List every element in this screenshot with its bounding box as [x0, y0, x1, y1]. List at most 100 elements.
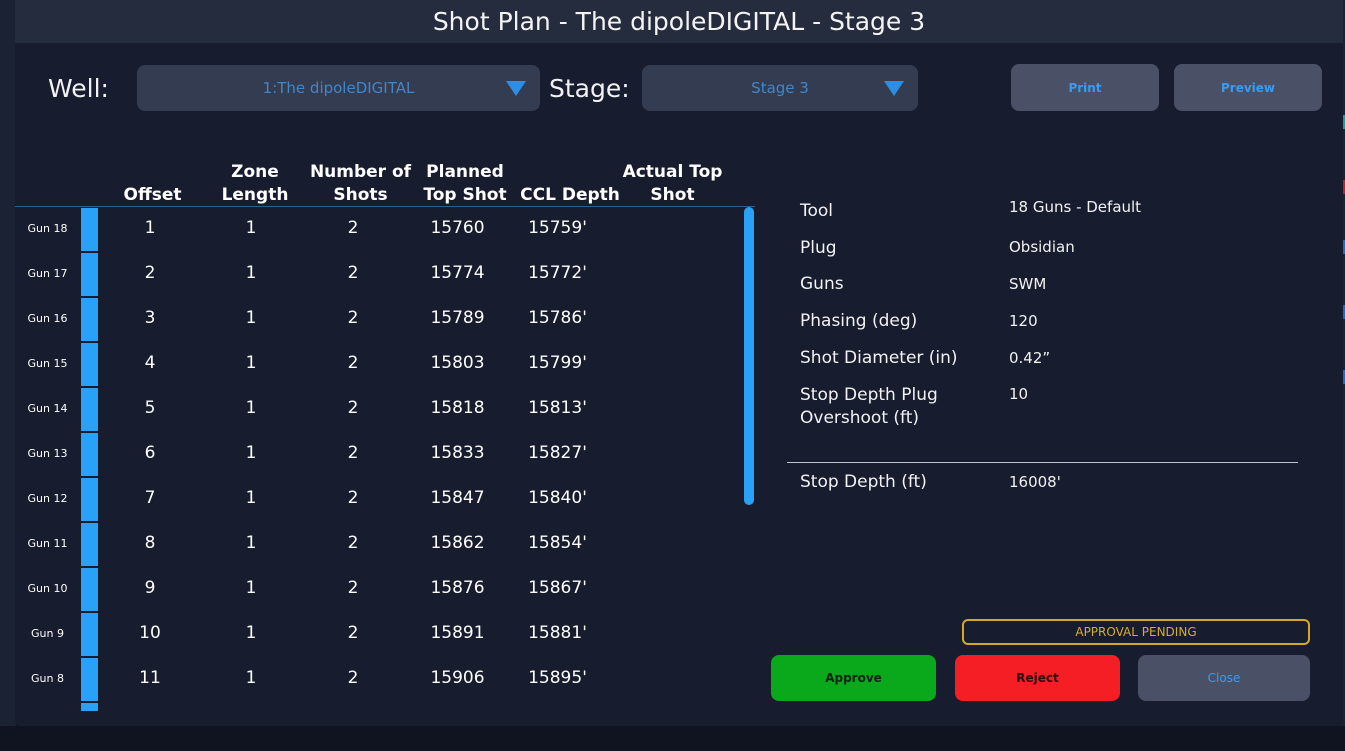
column-header-number-of-shots: Number of Shots	[309, 162, 412, 205]
gun-label: Gun 11	[27, 537, 68, 550]
ccl-depth-cell: 15840'	[528, 488, 587, 508]
zone-length-cell: 1	[245, 263, 257, 283]
offset-cell: 9	[144, 578, 156, 598]
planned-top-shot-cell: 15818	[430, 398, 485, 418]
planned-top-shot-cell: 15876	[430, 578, 485, 598]
close-button[interactable]: Close	[1138, 655, 1310, 701]
offset-cell: 2	[144, 263, 156, 283]
properties-divider	[787, 462, 1298, 463]
zone-length-cell: 1	[245, 668, 257, 688]
ccl-depth-cell: 15799'	[528, 353, 587, 373]
zone-length-cell: 1	[245, 533, 257, 553]
gun-indicator-bar	[81, 343, 98, 386]
gun-indicator-bar	[81, 253, 98, 296]
well-label: Well:	[48, 74, 109, 103]
stage-label: Stage:	[549, 74, 630, 103]
reject-button[interactable]: Reject	[955, 655, 1120, 701]
ccl-depth-cell: 15827'	[528, 443, 587, 463]
table-row[interactable]: Gun 8 11 1 2 15906 15895'	[15, 657, 755, 702]
shots-cell: 2	[347, 533, 359, 553]
chevron-down-icon	[506, 81, 526, 96]
shot-diameter-value: 0.42”	[1009, 349, 1051, 367]
offset-cell: 10	[139, 623, 161, 643]
table-row[interactable]: Gun 9 10 1 2 15891 15881'	[15, 612, 755, 657]
gun-label: Gun 8	[31, 672, 64, 685]
column-header-ccl-depth: CCL Depth	[520, 185, 620, 205]
shot-plan-dialog: Shot Plan - The dipoleDIGITAL - Stage 3 …	[15, 0, 1343, 726]
shot-diameter-label: Shot Diameter (in)	[800, 348, 958, 368]
gun-label: Gun 15	[27, 357, 68, 370]
ccl-depth-cell: 15813'	[528, 398, 587, 418]
planned-top-shot-cell: 15833	[430, 443, 485, 463]
table-row[interactable]: Gun 18 1 1 2 15760 15759'	[15, 207, 755, 252]
zone-length-cell: 1	[245, 308, 257, 328]
gun-indicator-bar	[81, 433, 98, 476]
gun-indicator-bar	[81, 298, 98, 341]
ccl-depth-cell: 15786'	[528, 308, 587, 328]
table-row[interactable]: Gun 16 3 1 2 15789 15786'	[15, 297, 755, 342]
shots-cell: 2	[347, 398, 359, 418]
guns-value: SWM	[1009, 275, 1047, 293]
gun-label: Gun 16	[27, 312, 68, 325]
zone-length-cell: 1	[245, 443, 257, 463]
gun-label: Gun 14	[27, 402, 68, 415]
gun-indicator-bar	[81, 208, 98, 251]
phasing-label: Phasing (deg)	[800, 311, 918, 331]
gun-indicator-bar	[81, 703, 98, 711]
offset-cell: 5	[144, 398, 156, 418]
gun-label: Gun 17	[27, 267, 68, 280]
column-header-actual-top-shot: Actual Top Shot	[622, 162, 723, 205]
shots-cell: 2	[347, 488, 359, 508]
gun-label: Gun 18	[27, 222, 68, 235]
planned-top-shot-cell: 15774	[430, 263, 485, 283]
shots-cell: 2	[347, 353, 359, 373]
table-row[interactable]: Gun 12 7 1 2 15847 15840'	[15, 477, 755, 522]
table-row[interactable]: Gun 11 8 1 2 15862 15854'	[15, 522, 755, 567]
preview-button[interactable]: Preview	[1174, 64, 1322, 111]
phasing-value: 120	[1009, 312, 1038, 330]
column-header-offset: Offset	[123, 185, 182, 205]
ccl-depth-cell: 15895'	[528, 668, 587, 688]
zone-length-cell: 1	[245, 488, 257, 508]
gun-label: Gun 9	[31, 627, 64, 640]
zone-length-cell: 1	[245, 623, 257, 643]
column-header-zone-length: Zone Length	[221, 162, 289, 205]
stage-dropdown[interactable]: Stage 3	[642, 65, 918, 111]
shots-cell: 2	[347, 578, 359, 598]
well-dropdown[interactable]: 1:The dipoleDIGITAL	[137, 65, 540, 111]
table-row[interactable]: Gun 15 4 1 2 15803 15799'	[15, 342, 755, 387]
gun-indicator-bar	[81, 568, 98, 611]
planned-top-shot-cell: 15789	[430, 308, 485, 328]
ccl-depth-cell: 15772'	[528, 263, 587, 283]
gun-indicator-bar	[81, 388, 98, 431]
shots-cell: 2	[347, 443, 359, 463]
planned-top-shot-cell: 15906	[430, 668, 485, 688]
gun-label: Gun 10	[27, 582, 68, 595]
table-row[interactable]: Gun 13 6 1 2 15833 15827'	[15, 432, 755, 477]
overshoot-value: 10	[1009, 385, 1029, 403]
table-row[interactable]: Gun 14 5 1 2 15818 15813'	[15, 387, 755, 432]
table-row[interactable]: Gun 10 9 1 2 15876 15867'	[15, 567, 755, 612]
approve-button[interactable]: Approve	[771, 655, 936, 701]
approval-status-badge: APPROVAL PENDING	[962, 619, 1310, 645]
overshoot-label: Stop Depth Plug Overshoot (ft)	[800, 385, 938, 428]
dialog-title: Shot Plan - The dipoleDIGITAL - Stage 3	[15, 0, 1343, 43]
shots-cell: 2	[347, 308, 359, 328]
offset-cell: 4	[144, 353, 156, 373]
offset-cell: 1	[144, 218, 156, 238]
planned-top-shot-cell: 15891	[430, 623, 485, 643]
shots-cell: 2	[347, 623, 359, 643]
table-row[interactable]: Gun 17 2 1 2 15774 15772'	[15, 252, 755, 297]
offset-cell: 3	[144, 308, 156, 328]
column-header-planned-top-shot: Planned Top Shot	[423, 162, 507, 205]
stop-depth-value: 16008'	[1009, 473, 1061, 491]
print-button[interactable]: Print	[1011, 64, 1159, 111]
table-scrollbar[interactable]	[744, 207, 754, 505]
plug-label: Plug	[800, 238, 837, 258]
zone-length-cell: 1	[245, 398, 257, 418]
gun-indicator-bar	[81, 478, 98, 521]
offset-cell: 6	[144, 443, 156, 463]
tool-label: Tool	[800, 201, 834, 221]
offset-cell: 8	[144, 533, 156, 553]
offset-cell: 7	[144, 488, 156, 508]
